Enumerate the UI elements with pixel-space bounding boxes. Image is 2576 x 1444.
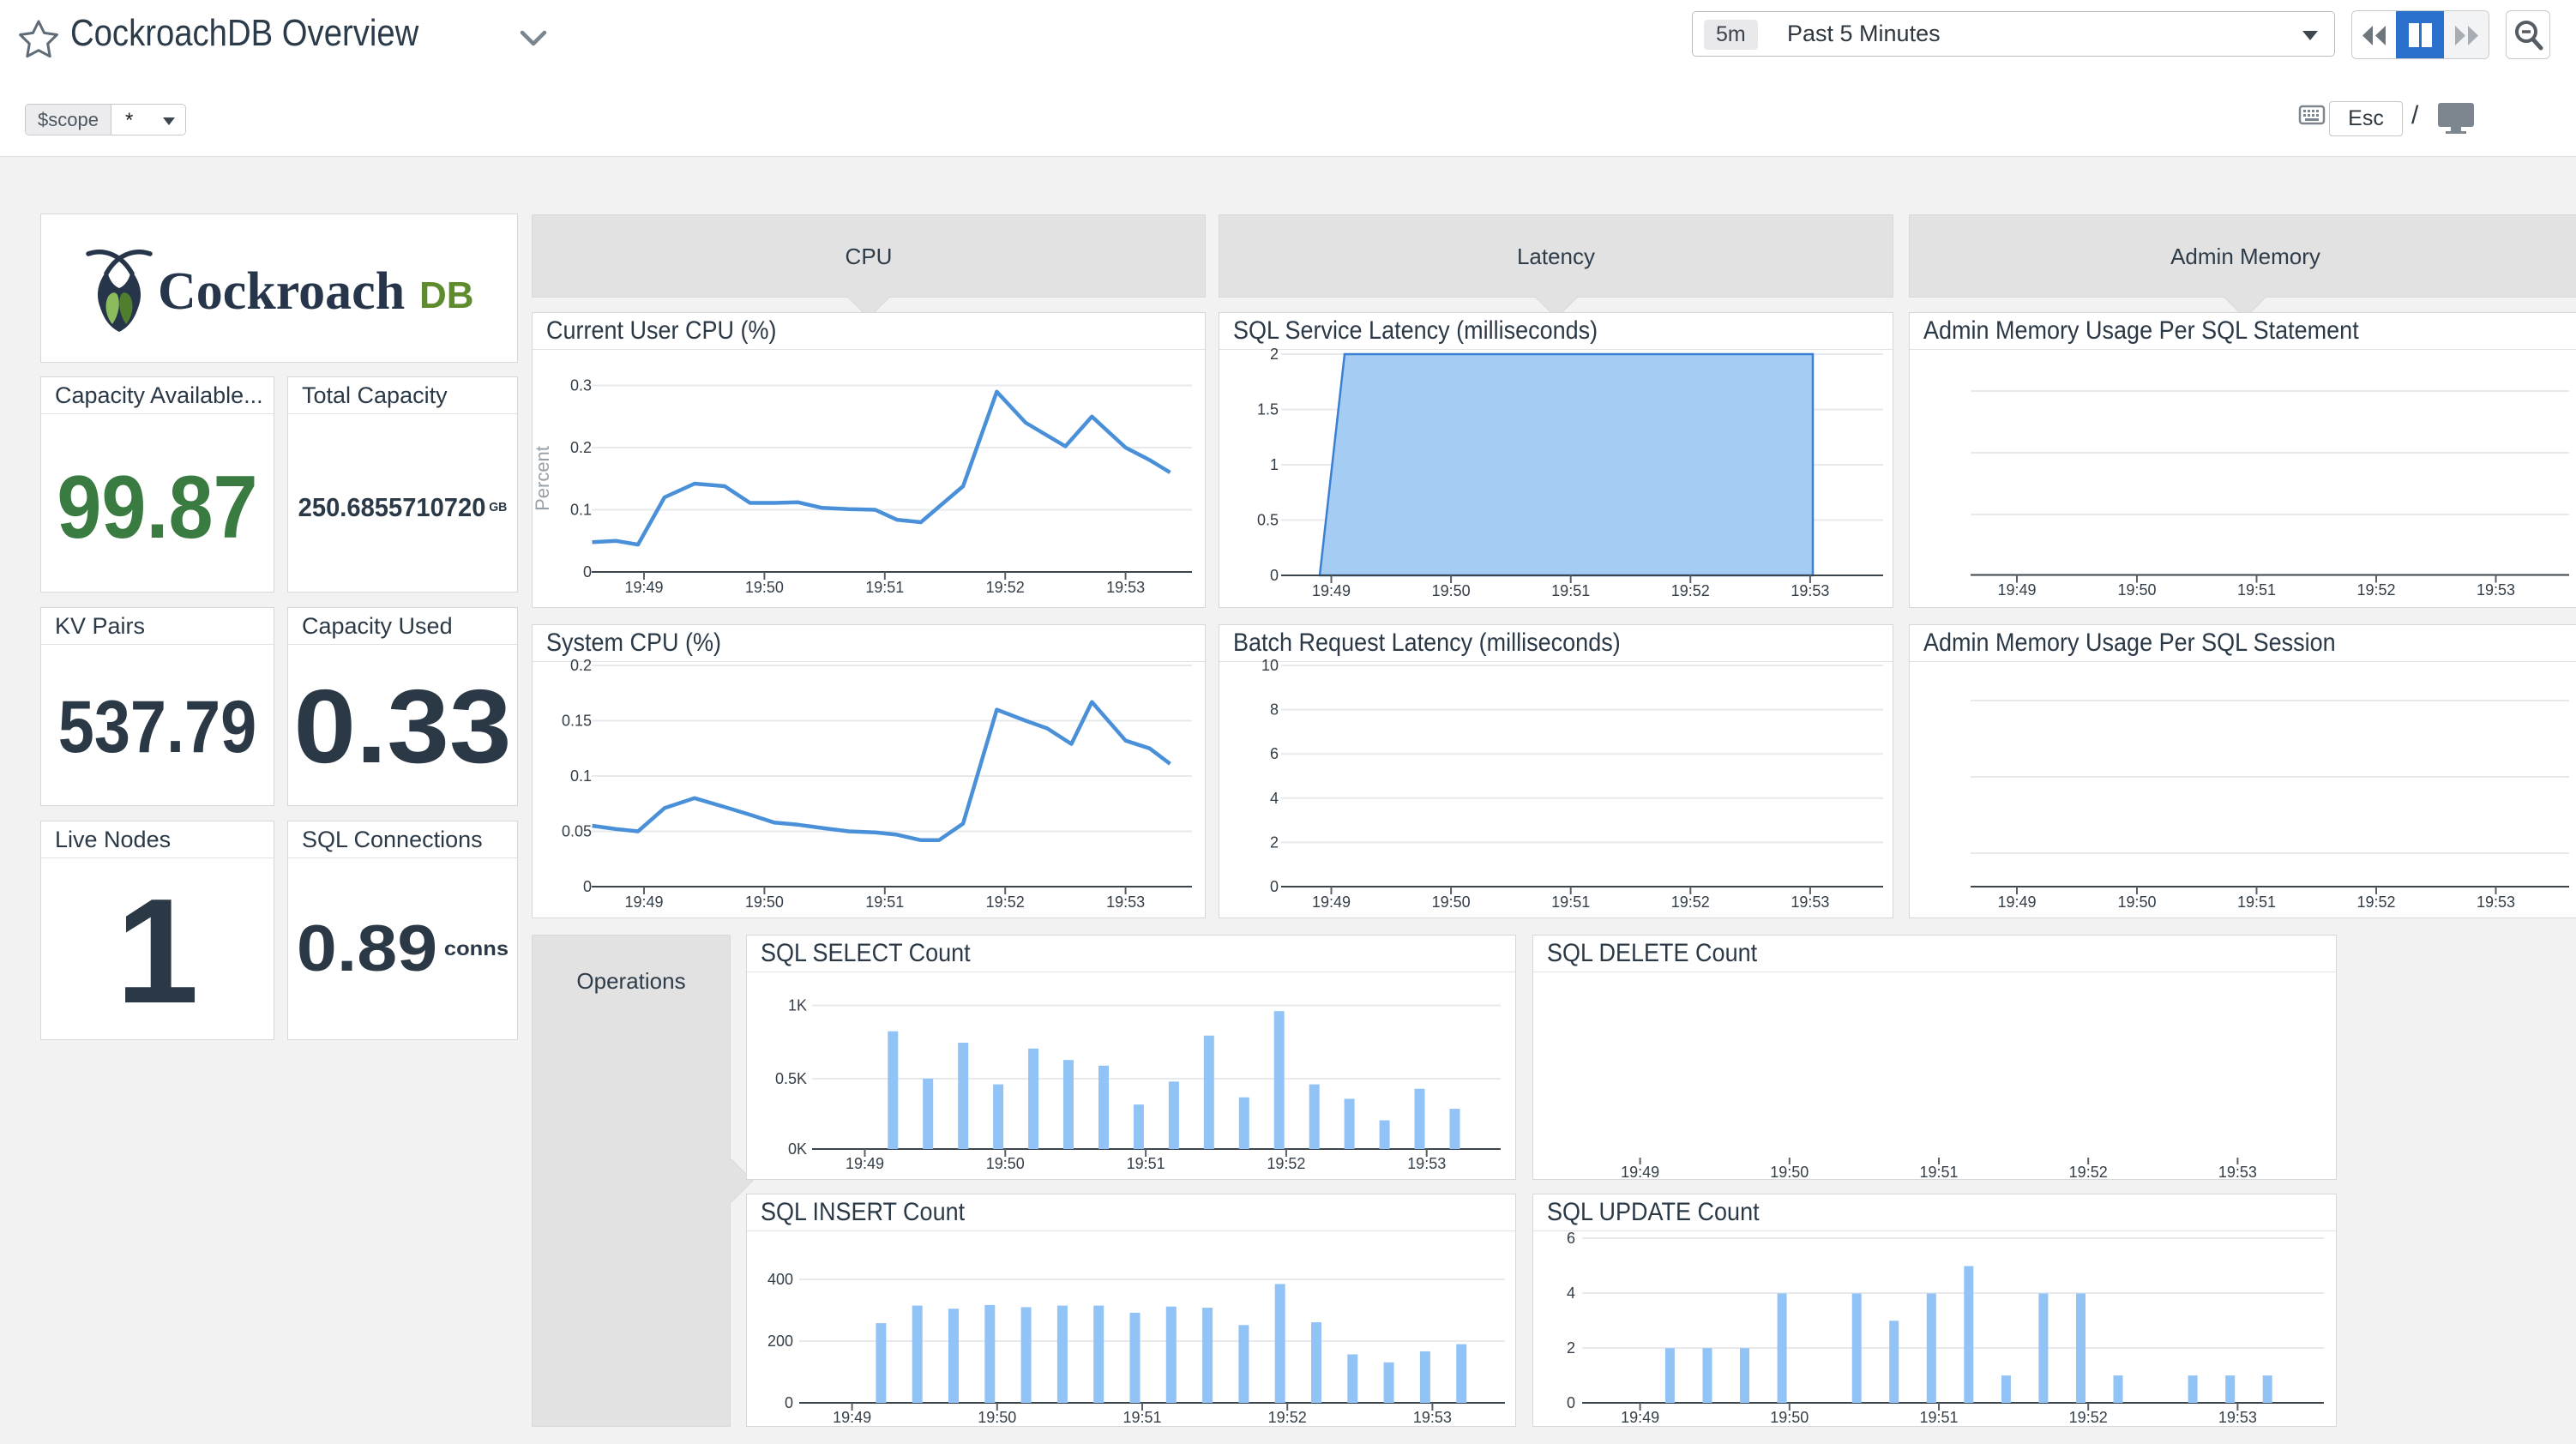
svg-text:0.15: 0.15 bbox=[562, 713, 592, 730]
svg-text:19:50: 19:50 bbox=[978, 1409, 1016, 1426]
svg-text:19:50: 19:50 bbox=[745, 893, 784, 911]
svg-text:19:52: 19:52 bbox=[1267, 1155, 1305, 1172]
svg-text:19:51: 19:51 bbox=[1551, 582, 1590, 599]
svg-text:19:53: 19:53 bbox=[1413, 1409, 1452, 1426]
svg-text:19:50: 19:50 bbox=[745, 579, 784, 596]
svg-text:6: 6 bbox=[1567, 1230, 1575, 1247]
svg-text:19:51: 19:51 bbox=[1551, 893, 1590, 911]
svg-text:1: 1 bbox=[1270, 456, 1279, 473]
svg-text:19:51: 19:51 bbox=[2237, 893, 2276, 911]
svg-text:19:52: 19:52 bbox=[2069, 1164, 2108, 1181]
svg-text:0.5: 0.5 bbox=[1257, 512, 1279, 529]
svg-text:19:53: 19:53 bbox=[2477, 581, 2515, 599]
svg-text:0: 0 bbox=[1270, 567, 1279, 584]
svg-text:4: 4 bbox=[1567, 1285, 1575, 1302]
svg-text:19:49: 19:49 bbox=[624, 893, 663, 911]
svg-text:0: 0 bbox=[1270, 878, 1279, 895]
svg-text:19:50: 19:50 bbox=[1770, 1164, 1809, 1181]
svg-text:19:49: 19:49 bbox=[846, 1155, 884, 1172]
svg-text:0.5K: 0.5K bbox=[775, 1070, 807, 1087]
svg-text:0: 0 bbox=[583, 878, 592, 895]
svg-text:0: 0 bbox=[1567, 1394, 1575, 1411]
svg-text:19:50: 19:50 bbox=[986, 1155, 1025, 1172]
svg-text:6: 6 bbox=[1270, 745, 1279, 762]
svg-text:19:52: 19:52 bbox=[2069, 1409, 2108, 1426]
svg-text:0: 0 bbox=[583, 563, 592, 581]
svg-text:19:53: 19:53 bbox=[1106, 893, 1145, 911]
svg-text:19:53: 19:53 bbox=[1791, 582, 1829, 599]
svg-text:19:50: 19:50 bbox=[1432, 582, 1471, 599]
svg-text:2: 2 bbox=[1270, 346, 1279, 363]
svg-text:0.1: 0.1 bbox=[570, 767, 592, 785]
svg-text:19:49: 19:49 bbox=[1997, 893, 2036, 911]
svg-text:8: 8 bbox=[1270, 701, 1279, 719]
svg-text:19:50: 19:50 bbox=[1770, 1409, 1809, 1426]
svg-text:19:49: 19:49 bbox=[1997, 581, 2036, 599]
svg-text:19:52: 19:52 bbox=[1671, 582, 1710, 599]
svg-text:19:51: 19:51 bbox=[1122, 1409, 1161, 1426]
svg-text:19:51: 19:51 bbox=[1919, 1409, 1958, 1426]
svg-text:1.5: 1.5 bbox=[1257, 401, 1279, 418]
svg-text:19:52: 19:52 bbox=[2356, 893, 2395, 911]
svg-text:19:49: 19:49 bbox=[1312, 893, 1351, 911]
svg-text:Cockroach: Cockroach bbox=[158, 262, 405, 321]
svg-text:19:53: 19:53 bbox=[1106, 579, 1145, 596]
svg-text:0.2: 0.2 bbox=[570, 657, 592, 674]
svg-text:10: 10 bbox=[1261, 657, 1279, 674]
svg-text:200: 200 bbox=[767, 1333, 793, 1350]
svg-text:0.3: 0.3 bbox=[570, 377, 592, 394]
svg-text:19:53: 19:53 bbox=[2218, 1164, 2257, 1181]
svg-text:0.05: 0.05 bbox=[562, 823, 592, 840]
svg-text:19:52: 19:52 bbox=[986, 579, 1025, 596]
svg-text:19:51: 19:51 bbox=[1127, 1155, 1165, 1172]
svg-text:1K: 1K bbox=[788, 997, 807, 1014]
svg-text:19:53: 19:53 bbox=[2477, 893, 2515, 911]
svg-text:19:52: 19:52 bbox=[1268, 1409, 1307, 1426]
svg-text:0: 0 bbox=[785, 1394, 793, 1411]
svg-text:19:49: 19:49 bbox=[1312, 582, 1351, 599]
svg-text:19:52: 19:52 bbox=[2356, 581, 2395, 599]
svg-text:19:50: 19:50 bbox=[2117, 581, 2156, 599]
svg-text:400: 400 bbox=[767, 1271, 793, 1288]
svg-text:DB: DB bbox=[419, 274, 474, 316]
svg-text:19:53: 19:53 bbox=[2218, 1409, 2257, 1426]
svg-text:0K: 0K bbox=[788, 1140, 807, 1158]
svg-text:19:52: 19:52 bbox=[1671, 893, 1710, 911]
svg-text:19:49: 19:49 bbox=[833, 1409, 871, 1426]
svg-text:19:51: 19:51 bbox=[865, 893, 904, 911]
svg-text:19:53: 19:53 bbox=[1791, 893, 1829, 911]
svg-text:Percent: Percent bbox=[532, 446, 553, 511]
svg-text:19:50: 19:50 bbox=[1432, 893, 1471, 911]
svg-text:4: 4 bbox=[1270, 790, 1279, 807]
svg-text:19:49: 19:49 bbox=[624, 579, 663, 596]
svg-text:19:49: 19:49 bbox=[1621, 1409, 1659, 1426]
svg-text:0.2: 0.2 bbox=[570, 439, 592, 456]
svg-text:19:51: 19:51 bbox=[1919, 1164, 1958, 1181]
svg-text:19:50: 19:50 bbox=[2117, 893, 2156, 911]
svg-text:19:51: 19:51 bbox=[2237, 581, 2276, 599]
svg-text:19:49: 19:49 bbox=[1621, 1164, 1659, 1181]
svg-text:0.1: 0.1 bbox=[570, 502, 592, 519]
svg-text:19:53: 19:53 bbox=[1407, 1155, 1446, 1172]
svg-text:19:51: 19:51 bbox=[865, 579, 904, 596]
svg-text:2: 2 bbox=[1567, 1339, 1575, 1357]
svg-text:2: 2 bbox=[1270, 833, 1279, 851]
svg-text:19:52: 19:52 bbox=[986, 893, 1025, 911]
